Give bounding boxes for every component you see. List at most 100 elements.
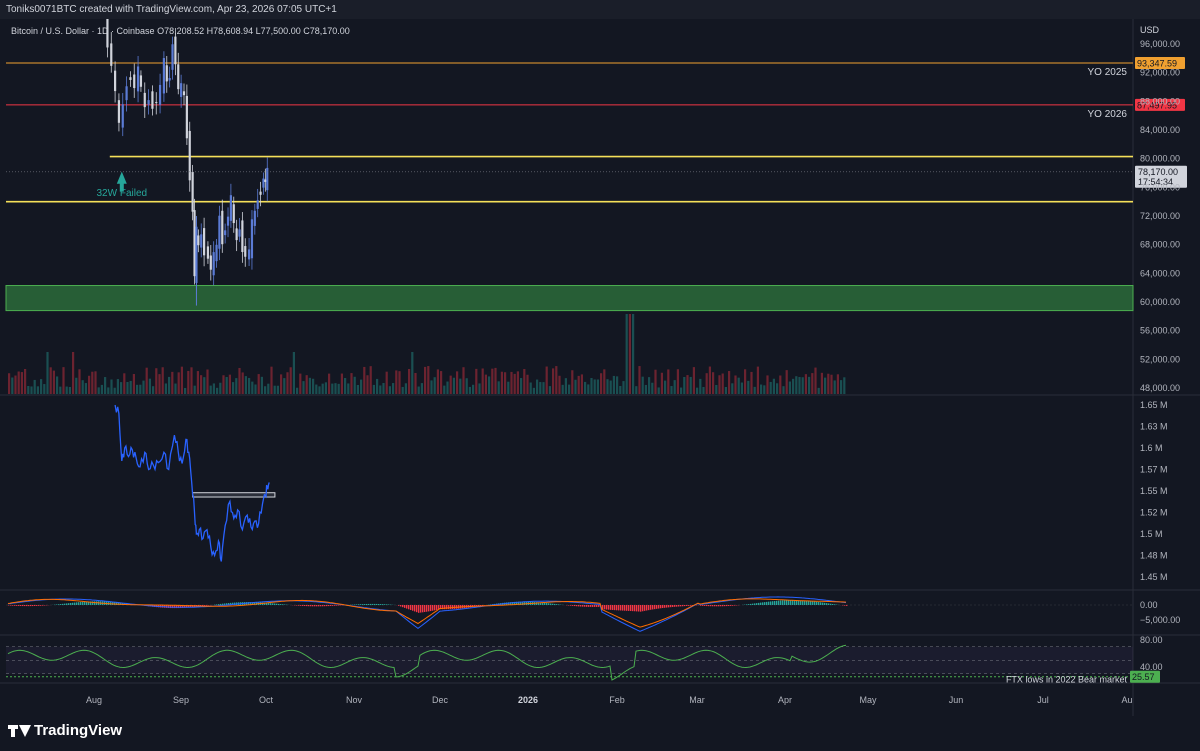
currency-label: USD: [1140, 25, 1160, 35]
macd-histogram-bar: [790, 600, 792, 605]
macd-histogram-bar: [726, 605, 728, 607]
price-axis-tick: 56,000.00: [1140, 326, 1180, 336]
macd-histogram-bar: [594, 605, 596, 607]
volume-bar: [216, 387, 219, 394]
symbol-info: Bitcoin / U.S. Dollar · 1D · Coinbase O7…: [11, 26, 350, 36]
volume-bar: [334, 383, 337, 394]
volume-bar: [686, 375, 689, 394]
volume-bar: [558, 375, 561, 394]
volume-bar: [801, 377, 804, 394]
volume-bar: [433, 377, 436, 394]
macd-histogram-bar: [408, 605, 410, 610]
volume-bar: [305, 375, 308, 394]
volume-bar: [113, 387, 116, 394]
volume-bar: [827, 373, 830, 394]
volume-bar: [776, 383, 779, 394]
volume-bar: [616, 376, 619, 394]
volume-bar: [459, 378, 462, 394]
volume-bar: [660, 372, 663, 394]
volume-bar: [212, 383, 215, 394]
chart-header: Toniks0071BTC created with TradingView.c…: [0, 0, 1200, 19]
macd-histogram-bar: [82, 601, 84, 605]
price-axis-tick: 72,000.00: [1140, 211, 1180, 221]
volume-bar: [136, 384, 139, 394]
price-axis-tick: 88,000.00: [1140, 96, 1180, 106]
candle-body: [168, 78, 171, 81]
volume-bar: [94, 371, 97, 394]
candle-body: [155, 102, 158, 104]
macd-histogram-bar: [436, 605, 438, 610]
macd-histogram-bar: [714, 605, 716, 607]
chart-canvas[interactable]: YO 202593,347.59YO 202687,497.9578,170.0…: [0, 0, 1200, 751]
macd-histogram-bar: [384, 604, 386, 605]
macd-histogram-bar: [724, 605, 726, 607]
macd-histogram-bar: [400, 605, 402, 607]
volume-bar: [462, 367, 465, 394]
macd-histogram-bar: [610, 605, 612, 610]
volume-bar: [190, 367, 193, 394]
macd-histogram-bar: [328, 605, 330, 607]
macd-histogram-bar: [94, 601, 96, 605]
macd-histogram-bar: [708, 605, 710, 607]
volume-bar: [164, 383, 167, 394]
macd-histogram-bar: [218, 604, 220, 605]
macd-histogram-bar: [646, 605, 648, 611]
macd-histogram-bar: [700, 605, 702, 606]
volume-bar: [788, 381, 791, 394]
volume-bar: [449, 375, 452, 394]
rsi-axis-tick: 80.00: [1140, 635, 1163, 645]
volume-bar: [100, 384, 103, 394]
volume-bar: [606, 379, 609, 394]
candle-body: [185, 95, 188, 139]
volume-bar: [548, 386, 551, 394]
macd-histogram-bar: [318, 605, 320, 607]
volume-bar: [756, 366, 759, 394]
volume-bar: [203, 377, 206, 394]
volume-bar: [436, 369, 439, 394]
macd-histogram-bar: [22, 605, 24, 607]
macd-histogram-bar: [750, 603, 752, 605]
indicator-axis-tick: 1.6 M: [1140, 443, 1163, 453]
volume-bar: [36, 386, 39, 394]
macd-histogram-bar: [32, 605, 34, 607]
volume-bar: [472, 384, 475, 394]
volume-bar: [104, 377, 107, 394]
time-axis-label: Feb: [609, 695, 625, 705]
tradingview-logo[interactable]: TradingView: [8, 722, 122, 739]
macd-histogram-bar: [746, 604, 748, 605]
volume-bar: [577, 375, 580, 394]
macd-histogram-bar: [378, 603, 380, 605]
macd-histogram-bar: [704, 605, 706, 606]
volume-bar: [500, 371, 503, 394]
macd-histogram-bar: [632, 605, 634, 612]
candle-body: [264, 179, 267, 182]
macd-histogram-bar: [784, 600, 786, 605]
volume-bar: [785, 370, 788, 394]
volume-bar: [59, 386, 62, 394]
macd-histogram-bar: [578, 605, 580, 607]
macd-histogram-bar: [734, 605, 736, 606]
macd-histogram-bar: [330, 605, 332, 606]
macd-histogram-bar: [722, 605, 724, 607]
macd-histogram-bar: [298, 605, 300, 606]
macd-histogram-bar: [278, 603, 280, 605]
macd-histogram-bar: [320, 605, 322, 607]
volume-bar: [107, 387, 110, 394]
volume-bar: [52, 370, 55, 394]
volume-bar: [228, 374, 231, 394]
volume-bar: [673, 380, 676, 394]
macd-histogram-bar: [428, 605, 430, 612]
price-axis-tick: 96,000.00: [1140, 39, 1180, 49]
macd-signal-line: [7, 598, 847, 628]
volume-bar: [27, 385, 30, 394]
rsi-value-label: 25.57: [1132, 672, 1155, 682]
volume-bar: [78, 369, 81, 394]
volume-bar: [62, 367, 65, 394]
volume-bar: [68, 386, 71, 394]
volume-bar: [174, 383, 177, 394]
macd-histogram-bar: [720, 605, 722, 607]
macd-histogram-bar: [268, 602, 270, 605]
macd-histogram-bar: [34, 605, 36, 606]
volume-bar: [580, 374, 583, 394]
macd-histogram-bar: [770, 601, 772, 605]
